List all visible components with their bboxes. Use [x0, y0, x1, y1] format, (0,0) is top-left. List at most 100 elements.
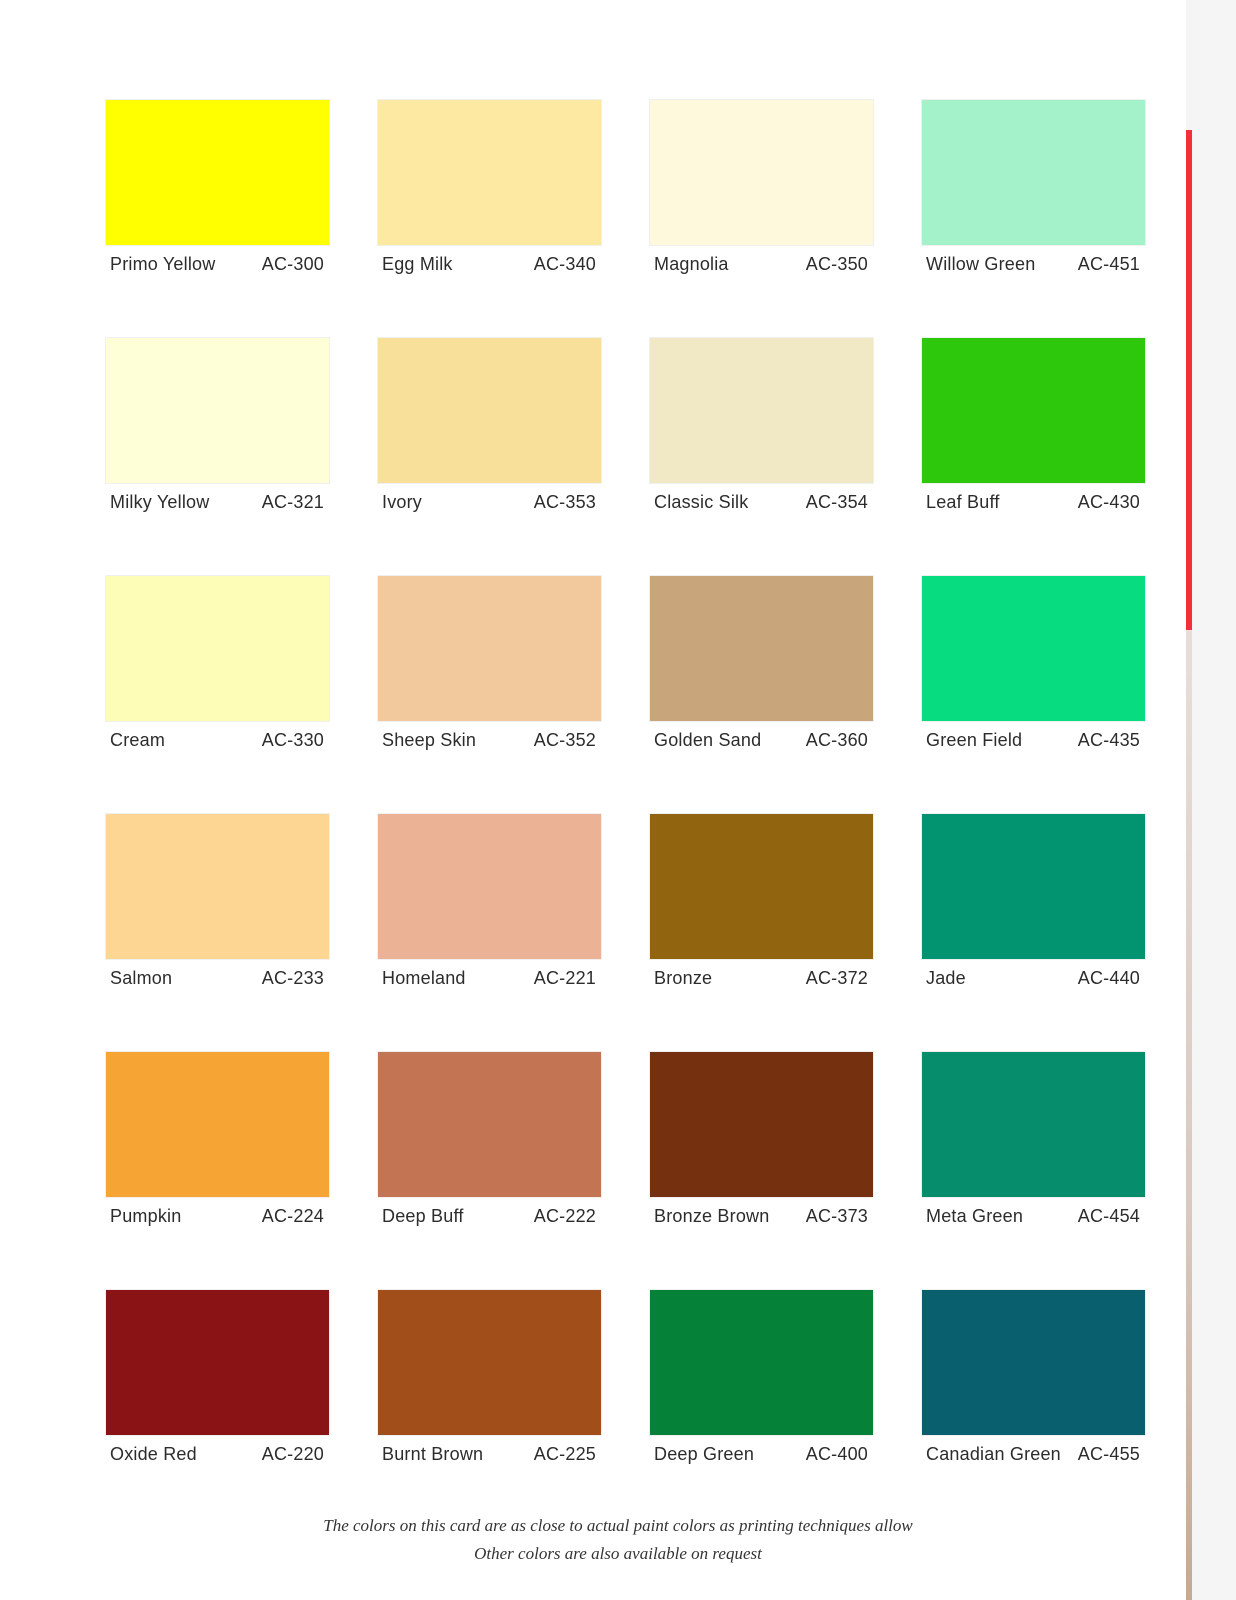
swatch-label-row: Primo Yellow AC-300 [106, 254, 329, 275]
color-code: AC-233 [261, 968, 324, 988]
swatch-label-row: Classic Silk AC-354 [650, 492, 873, 513]
color-chip [650, 576, 873, 721]
color-chip [650, 1052, 873, 1197]
color-code: AC-435 [1077, 730, 1140, 750]
swatch-label-row: Cream AC-330 [106, 730, 329, 751]
color-code: AC-222 [533, 1206, 596, 1226]
color-name: Leaf Buff [926, 492, 1000, 512]
swatch-label-row: Deep Green AC-400 [650, 1444, 873, 1465]
color-code: AC-330 [261, 730, 324, 750]
color-code: AC-454 [1077, 1206, 1140, 1226]
color-code: AC-373 [805, 1206, 868, 1226]
footer-line-2: Other colors are also available on reque… [474, 1544, 762, 1563]
color-swatch: Egg Milk AC-340 [378, 100, 601, 338]
swatch-label-row: Magnolia AC-350 [650, 254, 873, 275]
color-swatch: Cream AC-330 [106, 576, 329, 814]
color-chip [650, 100, 873, 245]
color-swatch: Bronze AC-372 [650, 814, 873, 1052]
color-chip [106, 1052, 329, 1197]
color-swatch: Meta Green AC-454 [922, 1052, 1145, 1290]
color-name: Egg Milk [382, 254, 453, 274]
swatch-label-row: Ivory AC-353 [378, 492, 601, 513]
color-code: AC-440 [1077, 968, 1140, 988]
color-name: Golden Sand [654, 730, 762, 750]
color-swatch: Willow Green AC-451 [922, 100, 1145, 338]
color-swatch: Golden Sand AC-360 [650, 576, 873, 814]
swatch-label-row: Salmon AC-233 [106, 968, 329, 989]
color-code: AC-221 [533, 968, 596, 988]
color-swatch: Homeland AC-221 [378, 814, 601, 1052]
color-chip [922, 1052, 1145, 1197]
swatch-label-row: Egg Milk AC-340 [378, 254, 601, 275]
footer-note: The colors on this card are as close to … [0, 1512, 1236, 1568]
color-swatch: Leaf Buff AC-430 [922, 338, 1145, 576]
color-name: Cream [110, 730, 166, 750]
color-name: Canadian Green [926, 1444, 1061, 1464]
color-code: AC-300 [261, 254, 324, 274]
color-swatch: Classic Silk AC-354 [650, 338, 873, 576]
color-swatch: Burnt Brown AC-225 [378, 1290, 601, 1528]
brown-edge-strip [1186, 630, 1192, 1600]
swatch-label-row: Milky Yellow AC-321 [106, 492, 329, 513]
swatch-label-row: Sheep Skin AC-352 [378, 730, 601, 751]
color-name: Meta Green [926, 1206, 1024, 1226]
color-name: Milky Yellow [110, 492, 210, 512]
color-chip [106, 100, 329, 245]
swatch-label-row: Bronze AC-372 [650, 968, 873, 989]
swatch-label-row: Green Field AC-435 [922, 730, 1145, 751]
color-code: AC-400 [805, 1444, 868, 1464]
color-code: AC-350 [805, 254, 868, 274]
swatch-label-row: Pumpkin AC-224 [106, 1206, 329, 1227]
color-swatch: Sheep Skin AC-352 [378, 576, 601, 814]
color-swatch: Magnolia AC-350 [650, 100, 873, 338]
color-name: Magnolia [654, 254, 729, 274]
color-chip [922, 576, 1145, 721]
swatch-grid: Primo Yellow AC-300 Egg Milk AC-340 Magnolia… [106, 100, 1156, 1528]
color-chip [378, 576, 601, 721]
color-name: Classic Silk [654, 492, 749, 512]
swatch-label-row: Meta Green AC-454 [922, 1206, 1145, 1227]
color-name: Ivory [382, 492, 423, 512]
color-name: Bronze [654, 968, 713, 988]
color-chip [378, 338, 601, 483]
color-code: AC-224 [261, 1206, 324, 1226]
color-name: Sheep Skin [382, 730, 477, 750]
color-name: Bronze Brown [654, 1206, 770, 1226]
swatch-label-row: Bronze Brown AC-373 [650, 1206, 873, 1227]
color-name: Green Field [926, 730, 1023, 750]
color-code: AC-451 [1077, 254, 1140, 274]
color-swatch: Deep Green AC-400 [650, 1290, 873, 1528]
color-code: AC-372 [805, 968, 868, 988]
color-name: Pumpkin [110, 1206, 182, 1226]
color-name: Oxide Red [110, 1444, 197, 1464]
color-swatch: Green Field AC-435 [922, 576, 1145, 814]
color-code: AC-360 [805, 730, 868, 750]
color-name: Deep Buff [382, 1206, 464, 1226]
red-edge-strip [1186, 130, 1192, 630]
color-chip [378, 1052, 601, 1197]
color-chip [922, 814, 1145, 959]
color-chip [106, 814, 329, 959]
color-name: Deep Green [654, 1444, 755, 1464]
color-chip [378, 1290, 601, 1435]
color-swatch: Bronze Brown AC-373 [650, 1052, 873, 1290]
color-name: Primo Yellow [110, 254, 216, 274]
color-code: AC-455 [1077, 1444, 1140, 1464]
color-swatch: Primo Yellow AC-300 [106, 100, 329, 338]
color-chip [922, 338, 1145, 483]
page-edge [1186, 0, 1236, 1600]
color-chip [106, 338, 329, 483]
color-name: Homeland [382, 968, 466, 988]
color-code: AC-321 [261, 492, 324, 512]
swatch-label-row: Oxide Red AC-220 [106, 1444, 329, 1465]
color-name: Willow Green [926, 254, 1036, 274]
color-swatch: Ivory AC-353 [378, 338, 601, 576]
color-chip [650, 338, 873, 483]
color-code: AC-340 [533, 254, 596, 274]
color-code: AC-352 [533, 730, 596, 750]
color-chip [922, 100, 1145, 245]
color-name: Salmon [110, 968, 173, 988]
swatch-label-row: Burnt Brown AC-225 [378, 1444, 601, 1465]
color-chip [378, 814, 601, 959]
color-code: AC-220 [261, 1444, 324, 1464]
